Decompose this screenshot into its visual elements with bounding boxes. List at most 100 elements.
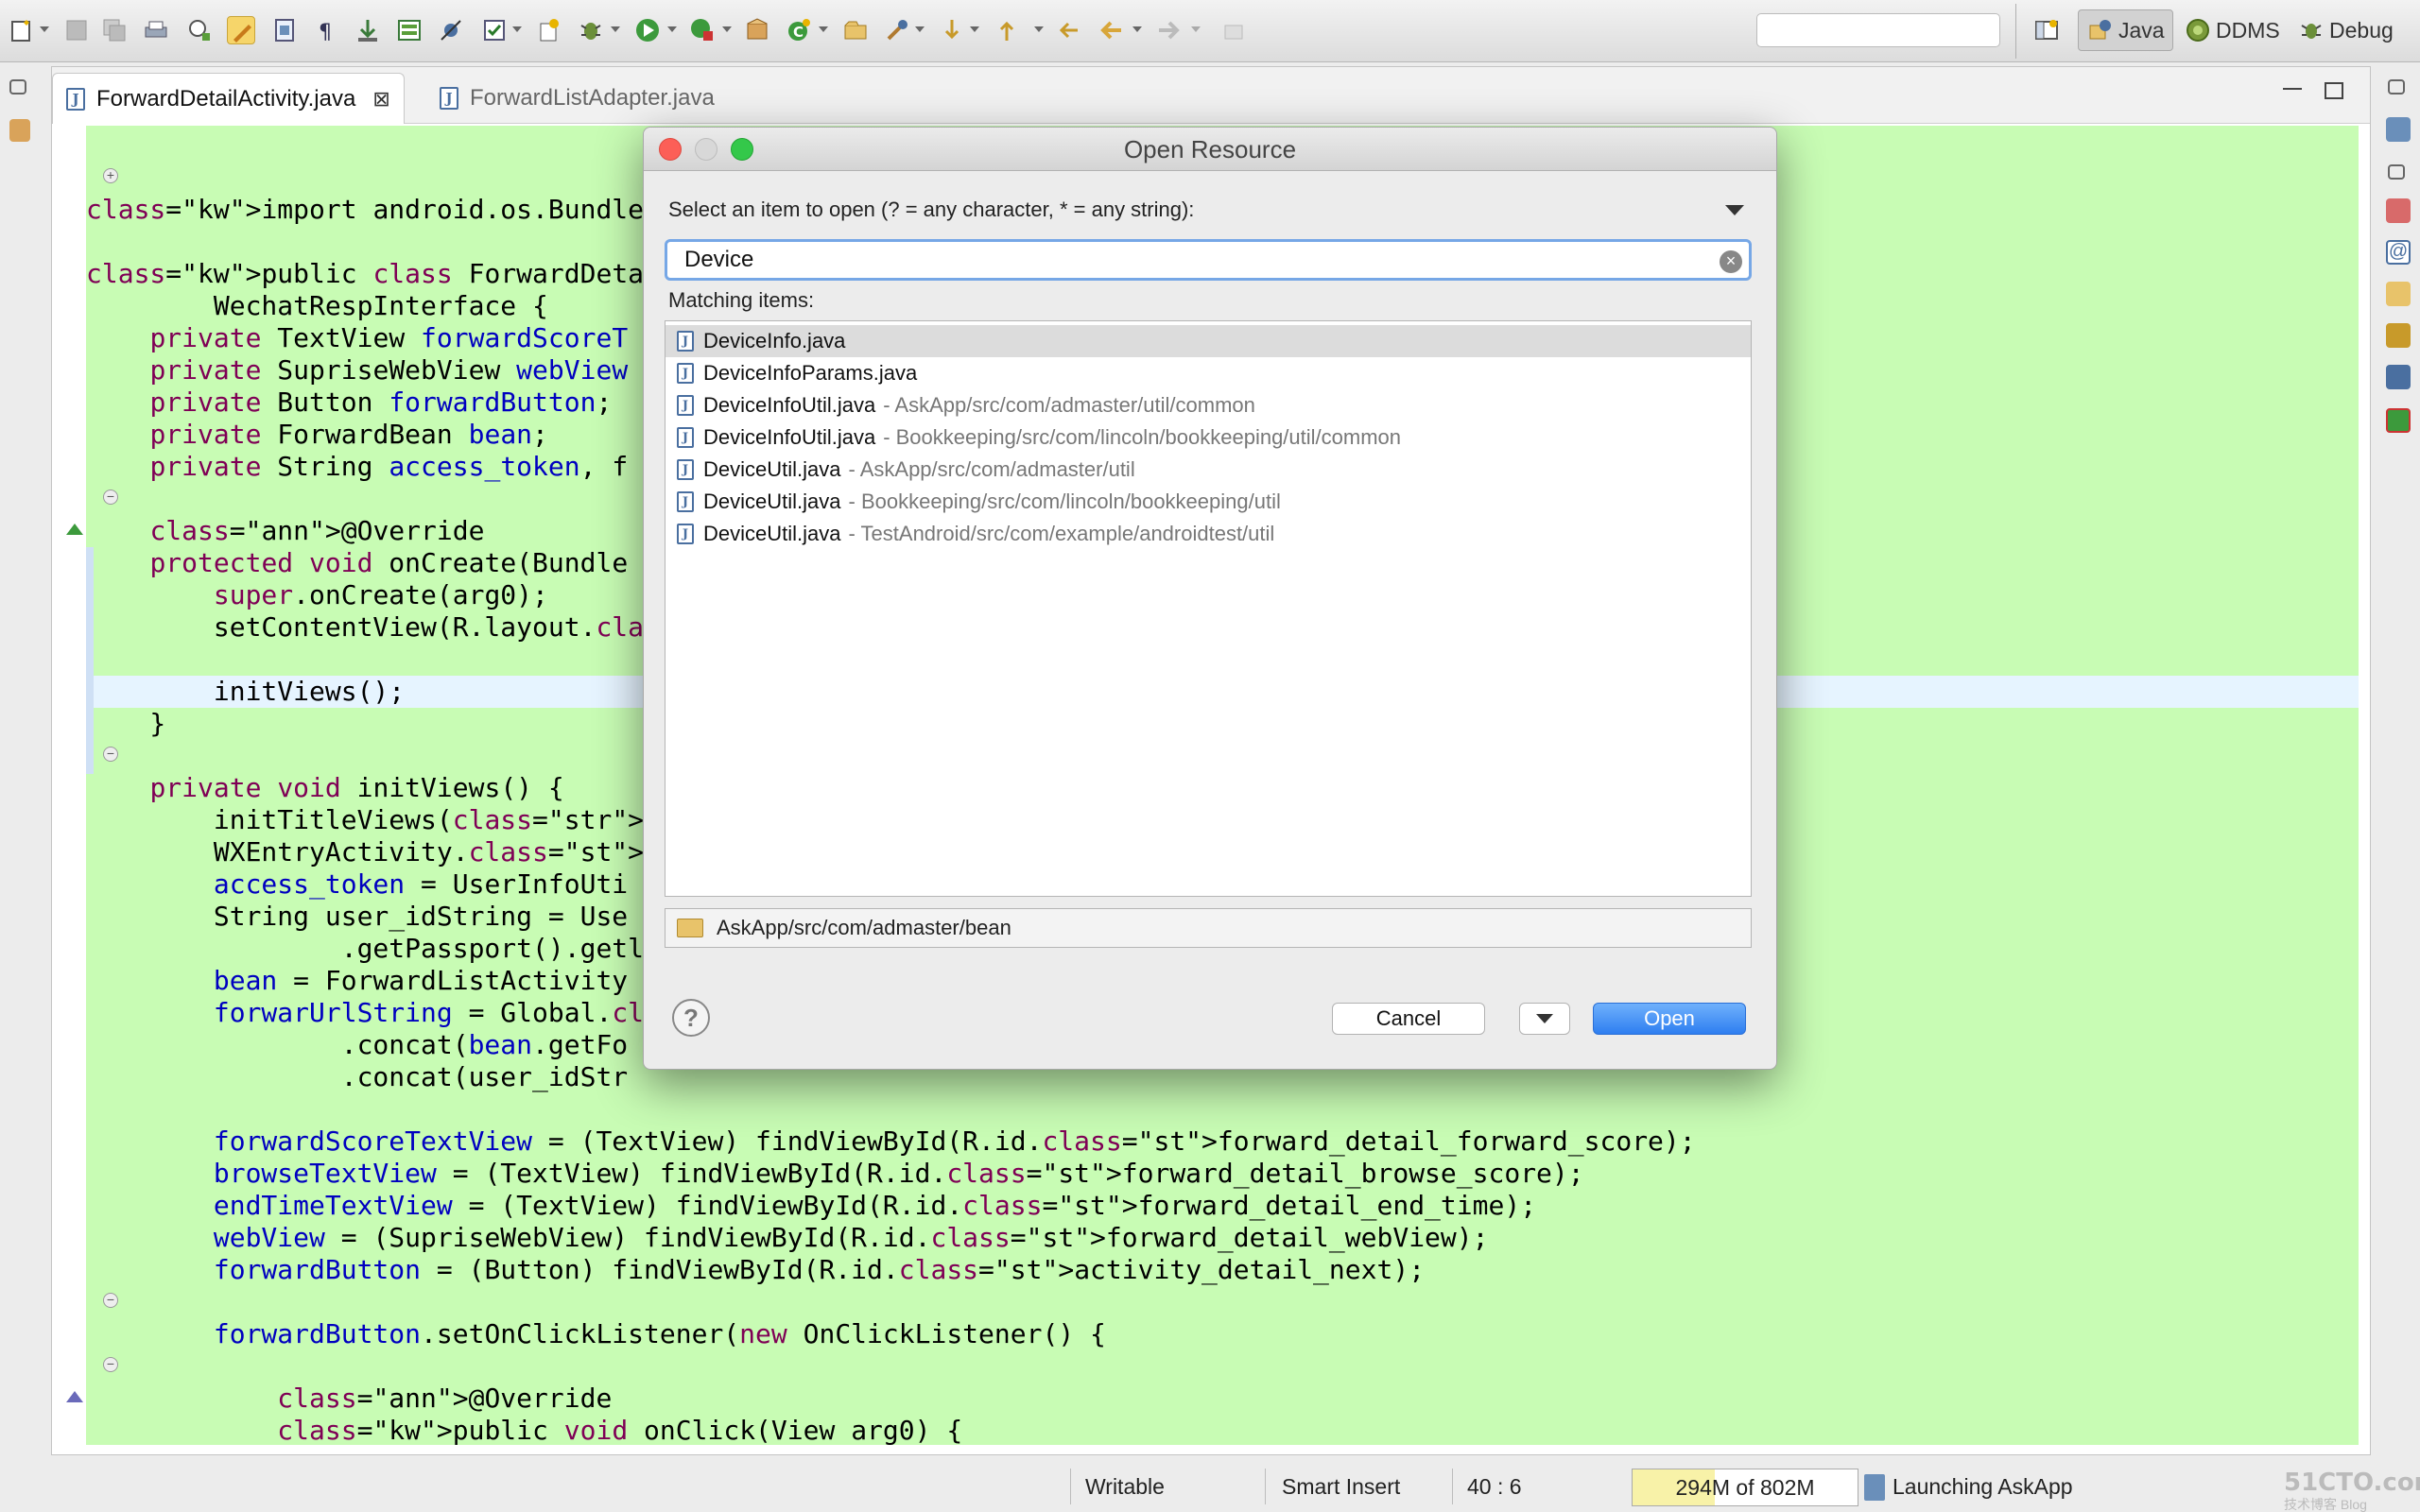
fold-collapse-icon[interactable]: − [103, 1293, 118, 1308]
help-button[interactable]: ? [672, 999, 710, 1037]
minimize-icon[interactable] [2283, 88, 2302, 92]
matching-items-list[interactable]: J DeviceInfo.java J DeviceInfoParams.java J D… [665, 320, 1752, 897]
perspective-debug[interactable]: Debug [2290, 9, 2401, 51]
next-annotation-icon[interactable] [938, 16, 966, 44]
heap-status-label: 294M of 802M [1675, 1474, 1815, 1500]
right-trim-stack: @ [2378, 66, 2420, 1484]
perspective-debug-label: Debug [2329, 17, 2394, 43]
save-icon[interactable] [62, 16, 91, 44]
maximize-icon[interactable] [2325, 82, 2343, 99]
garbage-collect-icon[interactable] [1864, 1474, 1885, 1501]
list-item[interactable]: J DeviceInfoParams.java [666, 357, 1751, 389]
java-file-icon: J [440, 87, 458, 110]
implements-indicator-icon [66, 1391, 83, 1402]
save-all-icon[interactable] [100, 16, 129, 44]
result-file-path: - Bookkeeping/src/com/lincoln/bookkeepin… [883, 425, 1402, 449]
open-with-dropdown-button[interactable] [1519, 1003, 1570, 1035]
list-item[interactable]: J DeviceInfoUtil.java - Bookkeeping/src/co… [666, 421, 1751, 454]
result-file-name: DeviceInfoUtil.java [703, 425, 876, 449]
last-edit-location-icon[interactable] [1055, 16, 1083, 44]
debug-bug-icon[interactable] [577, 16, 605, 44]
new-java-package-icon[interactable] [743, 16, 771, 44]
list-item[interactable]: J DeviceUtil.java - AskApp/src/com/admaste… [666, 454, 1751, 486]
open-perspective-icon[interactable] [2032, 16, 2061, 44]
pin-editor-icon[interactable] [1219, 16, 1248, 44]
print-icon[interactable] [142, 16, 170, 44]
android-sdk-icon[interactable] [185, 16, 214, 44]
heap-status[interactable]: 294M of 802M [1632, 1469, 1858, 1506]
tab-label: ForwardDetailActivity.java [96, 85, 356, 112]
clear-search-icon[interactable]: × [1720, 250, 1742, 273]
list-item[interactable]: J DeviceUtil.java - TestAndroid/src/com/ex… [666, 518, 1751, 550]
restore-icon[interactable] [2388, 79, 2405, 94]
view-menu-icon[interactable] [1725, 205, 1744, 215]
block-selection-icon[interactable] [270, 16, 299, 44]
toggle-mark-occurrences-icon[interactable] [227, 16, 255, 44]
result-file-path: - TestAndroid/src/com/example/androidtes… [848, 522, 1275, 545]
cancel-button[interactable]: Cancel [1332, 1003, 1485, 1035]
task-dropdown-icon[interactable] [512, 26, 522, 32]
layout-icon[interactable] [395, 16, 424, 44]
previous-annotation-icon[interactable] [993, 16, 1021, 44]
fold-collapse-icon[interactable]: − [103, 1357, 118, 1372]
logcat-icon[interactable] [2386, 408, 2411, 433]
list-item[interactable]: J DeviceUtil.java - Bookkeeping/src/com/li… [666, 486, 1751, 518]
forward-icon[interactable] [1155, 16, 1184, 44]
javadoc-icon[interactable]: @ [2386, 240, 2411, 265]
forward-dropdown-icon[interactable] [1191, 26, 1201, 32]
override-indicator-icon [66, 524, 83, 535]
show-whitespace-icon[interactable]: ¶ [312, 16, 340, 44]
new-icon[interactable] [8, 16, 36, 44]
search-dropdown-icon[interactable] [915, 26, 925, 32]
new-java-class-icon[interactable]: C [785, 16, 813, 44]
external-tools-dropdown-icon[interactable] [722, 26, 732, 32]
search-view-icon[interactable] [2386, 323, 2411, 348]
problems-icon[interactable] [2386, 198, 2411, 223]
external-tools-icon[interactable] [688, 16, 717, 44]
result-file-name: DeviceInfo.java [703, 329, 846, 352]
java-file-icon: J [677, 459, 694, 480]
debug-dropdown-icon[interactable] [611, 26, 620, 32]
close-icon[interactable]: ⊠ [372, 87, 389, 112]
back-icon[interactable] [1097, 16, 1125, 44]
tab-forward-detail-activity[interactable]: J ForwardDetailActivity.java ⊠ [52, 73, 405, 124]
fold-expand-icon[interactable]: + [103, 168, 118, 183]
perspective-ddms[interactable]: DDMS [2176, 9, 2288, 51]
restore-icon[interactable] [2388, 164, 2405, 180]
run-dropdown-icon[interactable] [667, 26, 677, 32]
perspective-java[interactable]: Java [2078, 9, 2173, 51]
task-checkbox-icon[interactable] [480, 16, 509, 44]
run-icon[interactable] [633, 16, 662, 44]
console-icon[interactable] [2386, 365, 2411, 389]
back-dropdown-icon[interactable] [1132, 26, 1142, 32]
resource-search-input[interactable] [665, 239, 1752, 281]
declaration-icon[interactable] [2386, 282, 2411, 306]
fold-collapse-icon[interactable]: − [103, 490, 118, 505]
status-bar: Writable Smart Insert 40 : 6 294M of 802… [0, 1463, 2420, 1512]
list-item[interactable]: J DeviceInfo.java [666, 325, 1751, 357]
java-file-icon: J [66, 87, 85, 111]
toolbar-separator [2015, 4, 2016, 59]
previous-annotation-dropdown-icon[interactable] [1034, 26, 1044, 32]
list-item[interactable]: J DeviceInfoUtil.java - AskApp/src/com/adm… [666, 389, 1751, 421]
next-annotation-dropdown-icon[interactable] [970, 26, 979, 32]
dialog-title: Open Resource [1123, 134, 1297, 163]
skip-breakpoints-icon[interactable] [437, 16, 465, 44]
debug-perspective-icon [2301, 24, 2322, 39]
java-file-icon: J [677, 524, 694, 544]
download-icon[interactable] [354, 16, 382, 44]
result-file-name: DeviceUtil.java [703, 522, 841, 545]
tab-forward-list-adapter[interactable]: J ForwardListAdapter.java [426, 73, 728, 124]
open-type-icon[interactable] [841, 16, 870, 44]
quick-access-input[interactable] [1756, 13, 2000, 47]
new-class-dropdown-icon[interactable] [819, 26, 828, 32]
restore-icon[interactable] [9, 79, 26, 94]
fold-collapse-icon[interactable]: − [103, 747, 118, 762]
open-button[interactable]: Open [1593, 1003, 1746, 1035]
new-android-project-icon[interactable] [535, 16, 563, 44]
search-icon[interactable] [883, 16, 911, 44]
outline-icon[interactable] [2386, 117, 2411, 142]
package-explorer-icon[interactable] [9, 119, 30, 142]
new-dropdown-icon[interactable] [40, 26, 49, 32]
